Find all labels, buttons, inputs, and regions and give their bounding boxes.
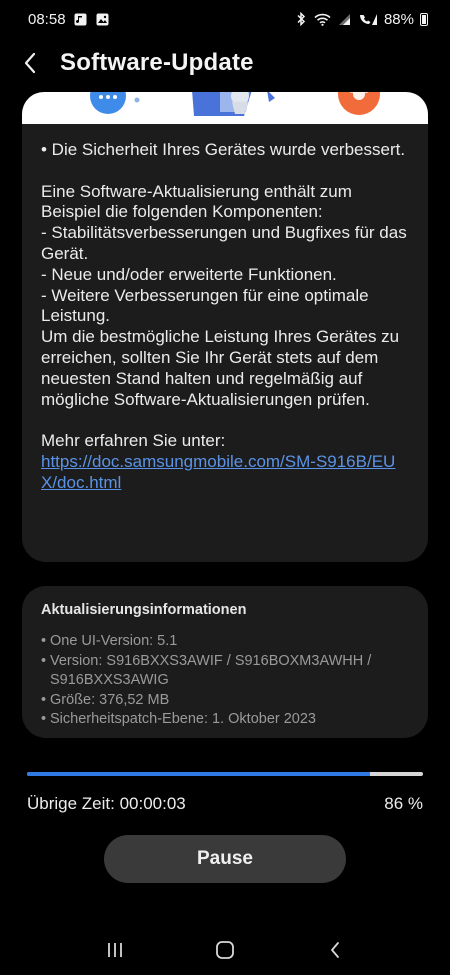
back-button[interactable] — [0, 40, 54, 86]
home-icon — [216, 941, 234, 959]
update-info-card: Aktualisierungsinformationen • One UI-Ver… — [22, 586, 428, 738]
status-bar: 08:58 88% — [0, 0, 450, 38]
chevron-left-icon — [24, 52, 36, 74]
home-button[interactable] — [205, 930, 245, 970]
progress-percent: 86 % — [384, 794, 423, 813]
status-time: 08:58 — [28, 10, 66, 28]
pause-button[interactable]: Pause — [104, 835, 346, 883]
hero-illustration — [22, 92, 428, 125]
list-item: • Sicherheitspatch-Ebene: 1. Oktober 2023 — [41, 711, 316, 727]
bluetooth-icon — [294, 12, 308, 26]
release-notes-card: • Die Sicherheit Ihres Gerätes wurde ver… — [22, 124, 428, 562]
list-item: • One UI-Version: 5.1 — [41, 633, 178, 649]
recents-icon — [108, 943, 122, 957]
download-progress-fill — [27, 772, 370, 776]
signal-icon — [338, 12, 352, 26]
release-notes-body: Eine Software-Aktualisierung enthält zum… — [41, 181, 407, 409]
remaining-time: Übrige Zeit: 00:00:03 — [27, 794, 186, 813]
page-title: Software-Update — [60, 49, 254, 76]
system-nav-bar — [0, 925, 450, 975]
list-item: • Größe: 376,52 MB — [41, 691, 170, 708]
update-info-title: Aktualisierungsinformationen — [41, 602, 247, 618]
security-note: • Die Sicherheit Ihres Gerätes wurde ver… — [41, 140, 406, 159]
more-info-label: Mehr erfahren Sie unter: — [41, 431, 226, 451]
media-icon — [74, 12, 88, 26]
battery-icon — [420, 12, 428, 26]
gallery-icon — [96, 12, 110, 26]
release-notes-link[interactable]: https://doc.samsungmobile.com/SM-S916B/E… — [41, 452, 408, 494]
call-signal-icon — [358, 12, 378, 26]
wifi-icon — [314, 12, 332, 26]
download-progress-bar — [27, 772, 423, 776]
update-info-list: • One UI-Version: 5.1 • Version: S916BXXS3… — [41, 632, 408, 730]
back-nav-button[interactable] — [315, 930, 355, 970]
back-icon — [331, 942, 339, 958]
recents-button[interactable] — [95, 930, 135, 970]
list-item: • Version: S916BXXS3AWIF / S916BOXM3AWHH … — [41, 652, 372, 689]
app-header: Software-Update — [0, 40, 450, 86]
battery-percent: 88% — [383, 10, 414, 28]
